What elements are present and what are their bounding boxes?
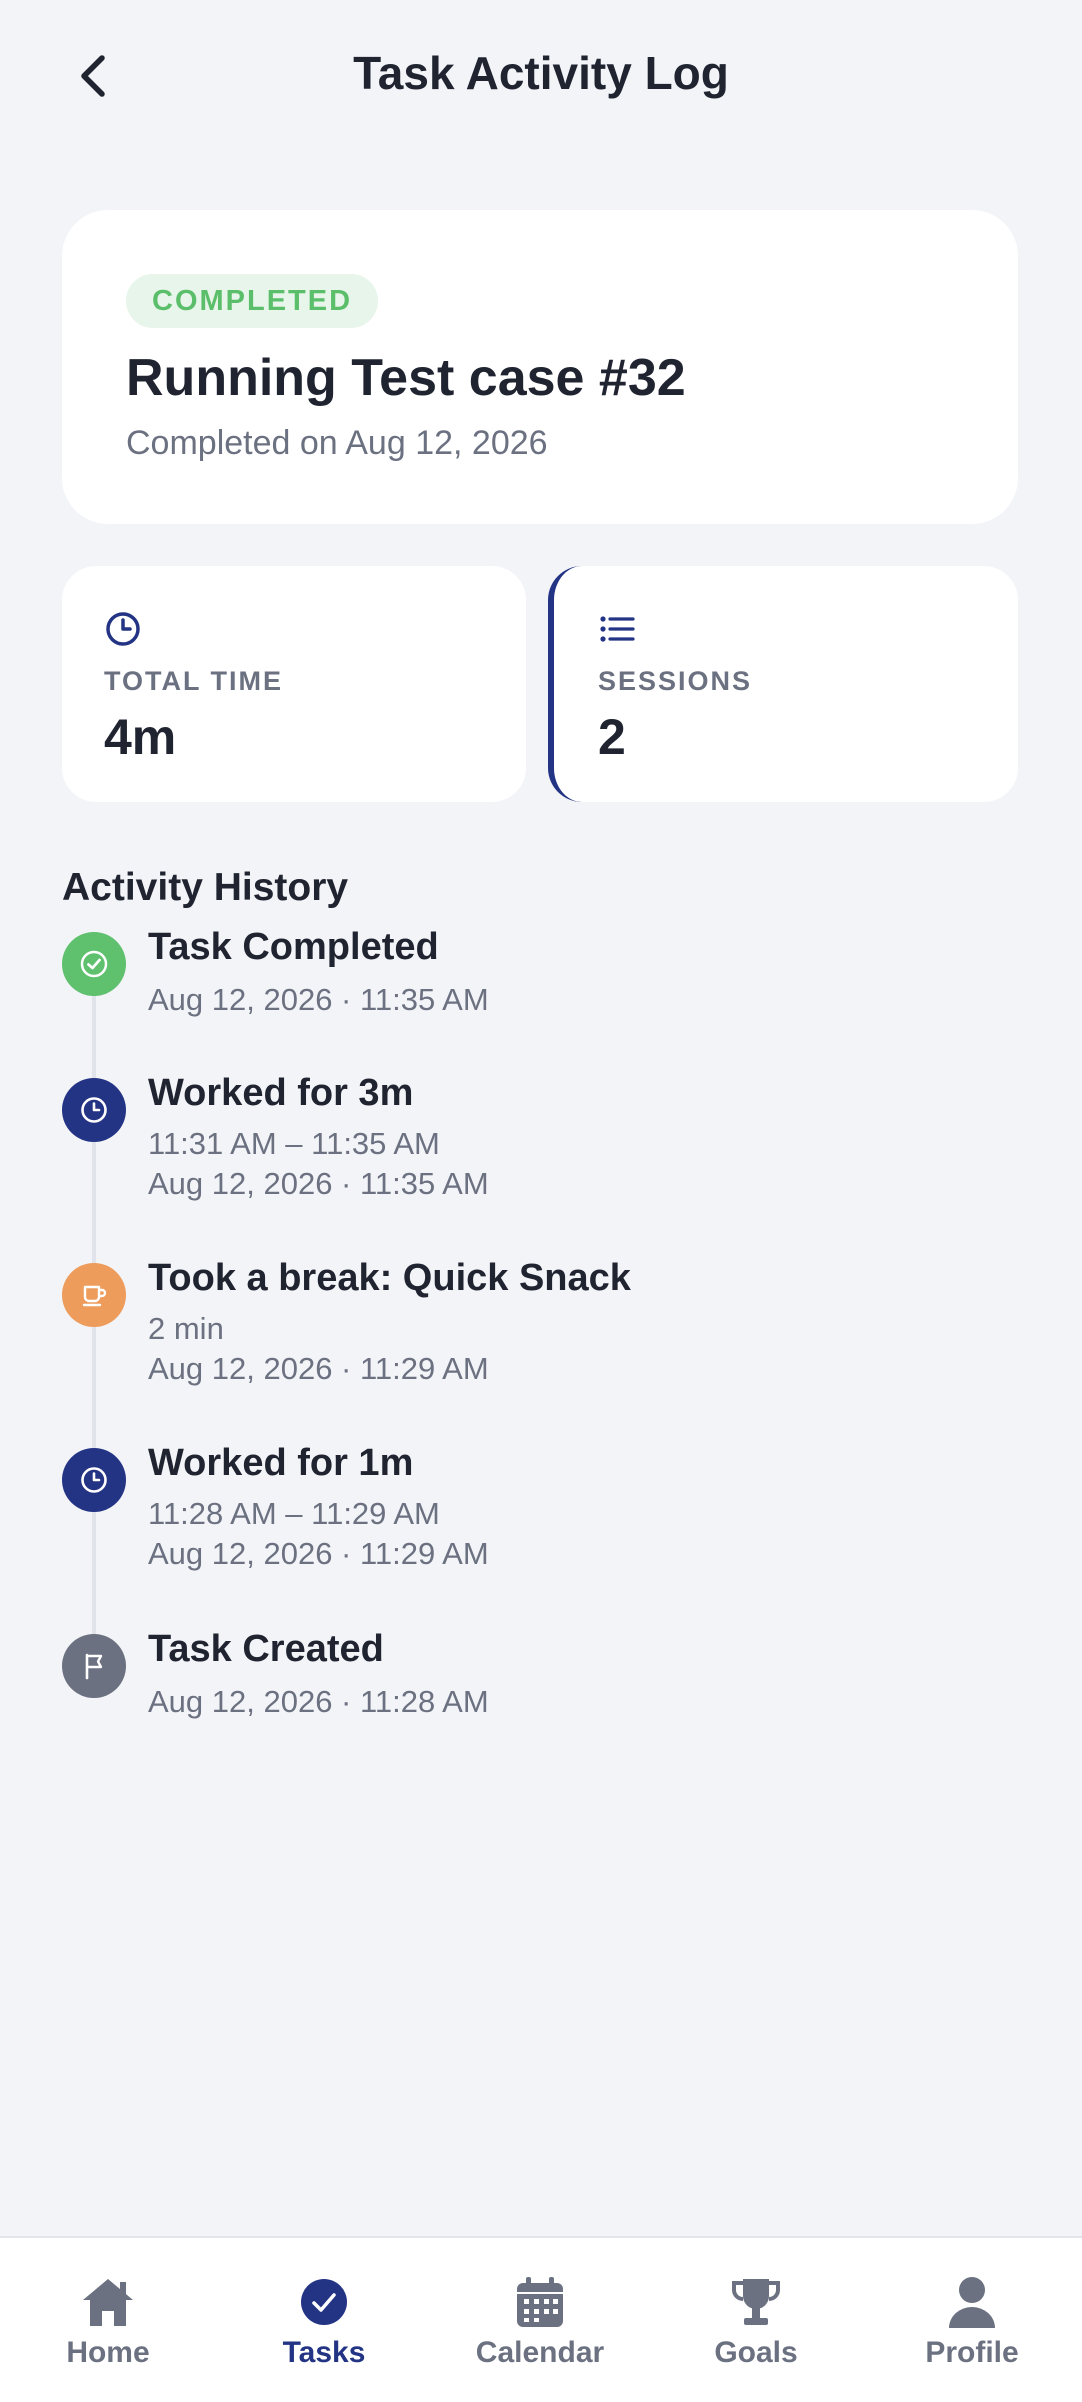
event-status-dot [62, 1263, 126, 1327]
person-icon [944, 2274, 1000, 2330]
event-timestamp: Aug 12, 2026 · 11:35 AM [148, 982, 489, 1017]
event-timestamp: Aug 12, 2026 · 11:29 AM [148, 1536, 489, 1571]
sessions-label: SESSIONS [598, 666, 753, 696]
event-time-range: 11:31 AM – 11:35 AM [148, 1126, 440, 1161]
header: Task Activity Log [0, 0, 1082, 150]
event-title: Worked for 3m [148, 1072, 414, 1114]
check-circle-icon [296, 2274, 352, 2330]
nav-item-tasks[interactable]: Tasks [234, 2274, 414, 2370]
nav-label-profile: Profile [925, 2336, 1019, 2369]
coffee-icon [82, 1285, 107, 1307]
status-badge: COMPLETED [126, 274, 379, 328]
sessions-card: SESSIONS 2 [548, 566, 1018, 802]
event-timestamp: Aug 12, 2026 · 11:28 AM [148, 1684, 489, 1719]
nav-item-profile[interactable]: Profile [882, 2274, 1062, 2370]
list-icon [600, 616, 635, 642]
nav-item-calendar[interactable]: Calendar [450, 2274, 630, 2370]
event-time-range: 11:28 AM – 11:29 AM [148, 1496, 440, 1531]
total-time-card: TOTAL TIME 4m [62, 566, 526, 802]
event-title: Task Completed [148, 926, 439, 968]
task-title: Running Test case #32 [126, 349, 686, 407]
event-timestamp: Aug 12, 2026 · 11:35 AM [148, 1166, 489, 1201]
event-duration: 2 min [148, 1311, 224, 1346]
trophy-icon [728, 2274, 784, 2330]
total-time-label: TOTAL TIME [104, 666, 283, 696]
page-title: Task Activity Log [353, 47, 729, 99]
event-status-dot [62, 932, 126, 996]
activity-history-title: Activity History [62, 866, 349, 909]
event-title: Worked for 1m [148, 1442, 414, 1484]
clock-icon [81, 1467, 107, 1493]
task-activity-log-screen: Task Activity Log COMPLETED Running Test… [0, 0, 1082, 2402]
event-title: Task Created [148, 1628, 384, 1670]
nav-item-home[interactable]: Home [18, 2274, 198, 2370]
event-status-dot [62, 1634, 126, 1698]
clock-icon [81, 1097, 107, 1123]
calendar-icon [512, 2274, 568, 2330]
home-icon [80, 2274, 136, 2330]
nav-label-calendar: Calendar [475, 2336, 605, 2369]
event-timestamp: Aug 12, 2026 · 11:29 AM [148, 1351, 489, 1386]
nav-label-tasks: Tasks [282, 2336, 366, 2369]
nav-label-home: Home [66, 2336, 150, 2369]
nav-item-goals[interactable]: Goals [666, 2274, 846, 2370]
flag-icon [85, 1653, 103, 1680]
event-title: Took a break: Quick Snack [148, 1257, 631, 1299]
event-status-dot [62, 1448, 126, 1512]
clock-icon [106, 612, 140, 646]
task-completed-date: Completed on Aug 12, 2026 [126, 424, 548, 462]
bottom-navigation: Home Tasks Calendar Goals Profile [0, 2236, 1082, 2402]
check-circle-icon [80, 950, 108, 978]
sessions-value: 2 [598, 709, 626, 765]
total-time-value: 4m [104, 709, 177, 765]
event-status-dot [62, 1078, 126, 1142]
nav-label-goals: Goals [714, 2336, 798, 2369]
task-summary-card: COMPLETED Running Test case #32 Complete… [62, 210, 1018, 524]
